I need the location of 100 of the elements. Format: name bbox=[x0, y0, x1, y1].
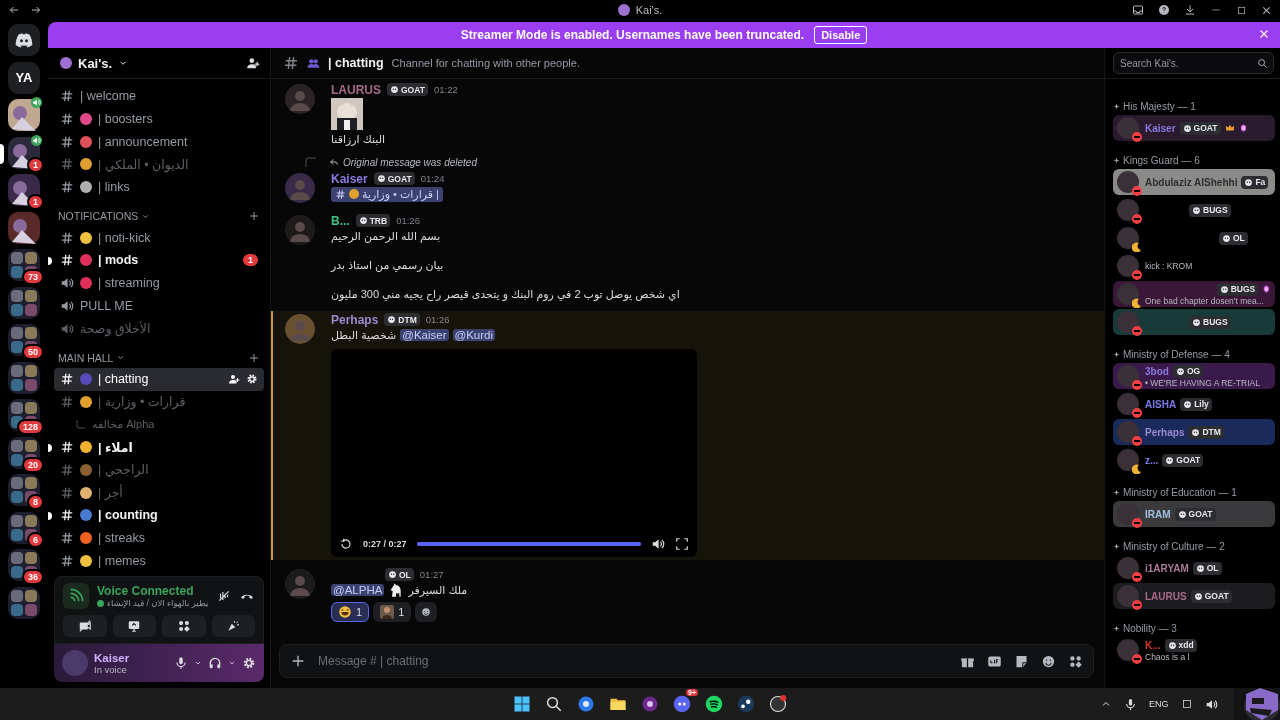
channel-item[interactable]: | noti-kick bbox=[54, 226, 264, 250]
server-folder-icon[interactable] bbox=[8, 549, 40, 581]
noise-suppression-icon[interactable] bbox=[217, 589, 231, 603]
member-item[interactable]: Abdulaziz AlShehhi Fa bbox=[1113, 169, 1275, 195]
channel-item[interactable]: | links bbox=[54, 175, 264, 199]
member-item[interactable]: BUGS One bad chapter dosen't mea... bbox=[1113, 281, 1275, 307]
server-icon[interactable] bbox=[8, 211, 40, 244]
emoji-icon[interactable] bbox=[1041, 653, 1056, 669]
fullscreen-icon[interactable] bbox=[675, 537, 689, 551]
headset-icon[interactable] bbox=[208, 656, 222, 670]
channel-item[interactable]: | mods 1 bbox=[54, 249, 264, 272]
server-folder-icon[interactable] bbox=[8, 474, 40, 506]
disable-button[interactable]: Disable bbox=[814, 26, 868, 44]
settings-icon[interactable] bbox=[246, 373, 258, 386]
add-member-icon[interactable] bbox=[228, 373, 240, 386]
channel-item[interactable]: | boosters bbox=[54, 107, 264, 131]
video-player[interactable]: 0:27 / 0:27 bbox=[331, 349, 697, 557]
volume-icon[interactable] bbox=[651, 537, 665, 551]
chat-app-icon[interactable] bbox=[673, 695, 691, 713]
server-name[interactable]: Kai's. bbox=[78, 55, 113, 71]
server-folder-icon[interactable] bbox=[8, 511, 40, 544]
microphone-icon[interactable] bbox=[1124, 697, 1137, 711]
soundboard-button[interactable] bbox=[211, 615, 255, 637]
search-field[interactable]: Search Kai's. bbox=[1113, 52, 1274, 74]
sticker-icon[interactable] bbox=[1014, 653, 1029, 669]
channel-item[interactable]: | املاء bbox=[54, 435, 264, 459]
maximize-icon[interactable] bbox=[1236, 4, 1247, 16]
member-item[interactable]: Perhaps DTM bbox=[1113, 419, 1275, 445]
member-item[interactable]: BUGS bbox=[1113, 309, 1275, 335]
channel-item[interactable]: PULL ME bbox=[54, 294, 264, 318]
category-header[interactable]: NOTIFICATIONS bbox=[58, 210, 248, 223]
add-reaction-button[interactable] bbox=[415, 602, 438, 622]
activities-button[interactable] bbox=[162, 615, 206, 637]
member-item[interactable]: IRAM GOAT bbox=[1113, 501, 1275, 527]
channel-item[interactable]: | welcome bbox=[54, 85, 264, 108]
channel-mention[interactable]: | قرارات • وزارية bbox=[331, 186, 443, 202]
author-name[interactable]: LAURUS bbox=[331, 82, 381, 97]
volume-icon[interactable] bbox=[1204, 697, 1218, 711]
member-item[interactable]: 3bod OG • WE'RE HAVING A RE-TRIAL bbox=[1113, 363, 1275, 389]
member-item[interactable]: OL bbox=[1113, 225, 1275, 251]
user-mention[interactable]: @Kaiser bbox=[400, 329, 449, 341]
member-item[interactable]: Kaiser GOAT bbox=[1113, 115, 1275, 141]
member-item[interactable]: z... GOAT bbox=[1113, 447, 1275, 473]
music-app-icon[interactable] bbox=[705, 695, 723, 713]
author-name[interactable]: B... bbox=[331, 213, 350, 228]
category-header[interactable]: MAIN HALL bbox=[58, 351, 248, 364]
invite-icon[interactable] bbox=[246, 56, 260, 70]
microphone-icon[interactable] bbox=[174, 656, 188, 670]
member-item[interactable]: LAURUS GOAT bbox=[1113, 583, 1275, 609]
message-input[interactable]: Message # | chatting bbox=[316, 653, 950, 669]
replay-icon[interactable] bbox=[339, 537, 353, 551]
close-icon[interactable] bbox=[1261, 4, 1272, 16]
download-icon[interactable] bbox=[1184, 4, 1196, 16]
capture-app-icon[interactable] bbox=[769, 695, 787, 713]
user-mention[interactable]: @Kurdi bbox=[452, 329, 496, 341]
member-item[interactable]: K... xdd Chaos is a l bbox=[1113, 637, 1275, 663]
plus-icon[interactable] bbox=[290, 653, 306, 669]
author-name[interactable]: Kaiser bbox=[331, 171, 368, 186]
server-folder-icon[interactable] bbox=[8, 436, 40, 469]
chevron-icon[interactable] bbox=[194, 659, 202, 667]
member-item[interactable]: AISHA Lily bbox=[1113, 391, 1275, 417]
search-icon[interactable] bbox=[545, 695, 563, 713]
windows-start-icon[interactable] bbox=[513, 695, 531, 713]
channel-item[interactable]: | memes bbox=[54, 549, 264, 572]
display-icon[interactable] bbox=[1180, 698, 1193, 710]
channel-item[interactable]: | announcement bbox=[54, 130, 264, 154]
avatar[interactable] bbox=[285, 314, 315, 344]
member-item[interactable]: kick : KROM bbox=[1113, 253, 1275, 279]
browser-icon[interactable] bbox=[577, 695, 595, 713]
server-icon[interactable]: YA bbox=[8, 61, 40, 94]
help-icon[interactable] bbox=[1158, 4, 1170, 16]
reaction-button[interactable]: 1 bbox=[331, 602, 370, 622]
member-item[interactable]: i1ARYAM OL bbox=[1113, 555, 1275, 581]
channel-item[interactable]: | streaming bbox=[54, 271, 264, 295]
close-icon[interactable] bbox=[1258, 28, 1270, 40]
member-item[interactable]: BUGS bbox=[1113, 197, 1275, 223]
language-indicator[interactable]: ENG bbox=[1149, 699, 1169, 709]
forward-icon[interactable] bbox=[30, 4, 42, 16]
inbox-icon[interactable] bbox=[1132, 4, 1144, 16]
back-icon[interactable] bbox=[8, 4, 20, 16]
channel-item[interactable]: | chatting bbox=[54, 367, 264, 391]
camera-button[interactable] bbox=[63, 615, 107, 637]
channel-item[interactable]: | streaks bbox=[54, 526, 264, 550]
channel-item[interactable]: | counting bbox=[54, 503, 264, 527]
server-icon[interactable] bbox=[8, 174, 40, 206]
user-mention[interactable]: @ALPHA bbox=[331, 584, 385, 596]
game-launcher-icon[interactable] bbox=[737, 695, 755, 713]
plus-icon[interactable] bbox=[248, 210, 260, 223]
record-app-icon[interactable] bbox=[641, 695, 659, 713]
home-button[interactable] bbox=[8, 24, 40, 56]
screen-share-button[interactable] bbox=[112, 615, 156, 637]
apps-icon[interactable] bbox=[1068, 653, 1083, 669]
settings-icon[interactable] bbox=[242, 656, 256, 670]
chevron-icon[interactable] bbox=[228, 659, 236, 667]
reaction-button[interactable]: 1 bbox=[373, 602, 412, 622]
message-composer[interactable]: Message # | chatting bbox=[279, 644, 1094, 678]
server-folder-icon[interactable] bbox=[8, 324, 40, 356]
plus-icon[interactable] bbox=[248, 351, 260, 364]
server-icon[interactable] bbox=[8, 99, 40, 131]
author-name[interactable]: Perhaps bbox=[331, 312, 379, 327]
